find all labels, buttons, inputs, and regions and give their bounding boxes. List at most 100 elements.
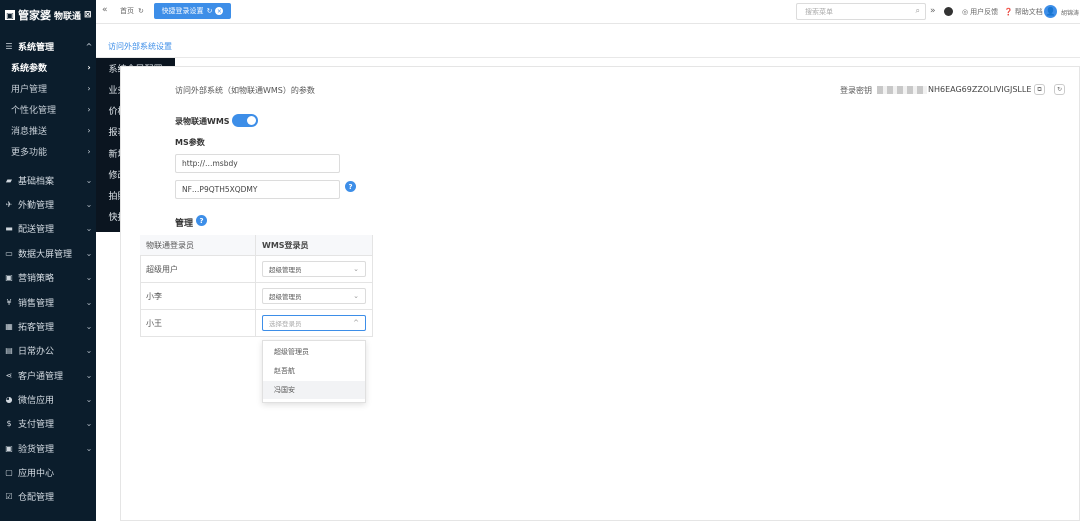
chevron-right-icon: › — [87, 147, 91, 156]
chevron-down-icon: ⌄ — [85, 223, 93, 233]
dropdown-option[interactable]: 超级管理员 — [263, 343, 365, 361]
sidebar-sub-label: 个性化管理 — [11, 106, 57, 116]
help-icon[interactable]: ? — [196, 215, 207, 226]
collapse-sidebar-button[interactable]: « — [102, 5, 108, 15]
sidebar-item-payment[interactable]: $ 支付管理 ⌄ — [0, 413, 96, 433]
chevron-down-icon: ⌄ — [85, 443, 93, 453]
down-circle-icon[interactable] — [944, 7, 953, 16]
sidebar-item-label: 客户通管理 — [18, 371, 64, 382]
plane-icon: ✈ — [5, 199, 13, 209]
close-icon[interactable]: × — [215, 7, 224, 15]
sidebar-sub-personalization[interactable]: 个性化管理 › — [0, 99, 96, 120]
avatar[interactable]: 👤 — [1044, 5, 1057, 18]
breadcrumb[interactable]: 访问外部系统设置 — [108, 41, 172, 52]
sidebar-item-app-center[interactable]: ▢ 应用中心 — [0, 462, 96, 482]
sidebar-group-system[interactable]: ☰ 系统管理 ^ — [0, 36, 96, 56]
sidebar-item-customer-link[interactable]: ⋖ 客户通管理 ⌄ — [0, 365, 96, 385]
breadcrumb-divider — [96, 57, 1080, 58]
sidebar-item-data-screen[interactable]: ▭ 数据大屏管理 ⌄ — [0, 243, 96, 263]
refresh-key-icon[interactable]: ↻ — [1054, 84, 1065, 95]
sidebar-item-label: 营销策略 — [18, 273, 55, 284]
sidebar: ▣ 管家婆 物联通 ⊠ ☰ 系统管理 ^ 系统参数 › 用户管理 › 个性化管理… — [0, 0, 96, 521]
grid-icon: ▦ — [5, 321, 13, 331]
chevron-right-icon: › — [87, 126, 91, 135]
sidebar-sub-message-push[interactable]: 消息推送 › — [0, 120, 96, 141]
chevron-up-icon: ^ — [85, 41, 93, 51]
app-logo[interactable]: ▣ 管家婆 物联通 ⊠ — [0, 0, 96, 30]
logo-text: 管家婆 — [18, 9, 51, 22]
sidebar-fade — [0, 508, 96, 521]
tab-quick-login[interactable]: 快捷登录设置 ↻ × — [154, 3, 231, 19]
wms-user-select[interactable]: 超级管理员 ⌄ — [262, 288, 366, 304]
refresh-icon[interactable]: ↻ — [207, 7, 213, 15]
menu-search-input[interactable]: 搜索菜单 ⌕ — [796, 3, 926, 20]
copy-icon[interactable]: ⧉ — [1034, 84, 1045, 95]
sidebar-item-delivery[interactable]: ▬ 配送管理 ⌄ — [0, 218, 96, 238]
sidebar-group-label: 系统管理 — [18, 42, 55, 53]
tab-quick-login-label: 快捷登录设置 — [161, 7, 204, 15]
sidebar-item-label: 仓配管理 — [18, 492, 55, 503]
dropdown-option[interactable]: 赵吾航 — [263, 362, 365, 380]
share-icon: ⋖ — [5, 370, 13, 380]
user-name[interactable]: 胡锦涛 — [1061, 8, 1079, 17]
select-value: 超级管理员 — [269, 266, 302, 274]
sidebar-item-daily-office[interactable]: ▤ 日常办公 ⌄ — [0, 340, 96, 360]
chevron-right-icon: › — [87, 63, 91, 72]
chevron-down-icon: ⌄ — [85, 345, 93, 355]
chevron-down-icon: ⌄ — [85, 394, 93, 404]
sidebar-item-label: 支付管理 — [18, 419, 55, 430]
sidebar-item-customer-expansion[interactable]: ▦ 拓客管理 ⌄ — [0, 316, 96, 336]
chevron-right-icon: › — [87, 105, 91, 114]
sidebar-item-sales[interactable]: ¥ 销售管理 ⌄ — [0, 292, 96, 312]
wms-url-input[interactable]: http://…msbdy — [175, 154, 340, 173]
sidebar-item-label: 基础档案 — [18, 176, 55, 187]
help-circle-icon: ❓ — [1004, 8, 1013, 16]
help-docs-link[interactable]: ❓ 帮助文档 — [1004, 7, 1043, 17]
wms-key-input[interactable]: NF…P9QTH5XQDMY — [175, 180, 340, 199]
sidebar-sub-label: 系统参数 — [11, 64, 48, 74]
chevron-down-icon: ⌄ — [353, 265, 359, 273]
sidebar-sub-system-params[interactable]: 系统参数 › — [0, 57, 96, 78]
chevron-down-icon: ⌄ — [85, 199, 93, 209]
sidebar-item-basic-archive[interactable]: ▰ 基础档案 ⌄ — [0, 170, 96, 190]
sidebar-item-wechat[interactable]: ◕ 微信应用 ⌄ — [0, 389, 96, 409]
more-tabs-button[interactable]: » — [930, 6, 936, 16]
help-icon[interactable]: ? — [345, 181, 356, 192]
chevron-down-icon: ⌄ — [85, 370, 93, 380]
top-bar: « 首页 ↻ 快捷登录设置 ↻ × 搜索菜单 ⌕ » ◎ 用户反馈 ❓ 帮助文档… — [96, 0, 1080, 24]
wms-user-select[interactable]: 超级管理员 ⌄ — [262, 261, 366, 277]
sidebar-item-inspection[interactable]: ▣ 验货管理 ⌄ — [0, 438, 96, 458]
table-header-wms: WMS登录员 — [256, 235, 373, 256]
checklist-icon: ☑ — [5, 491, 13, 501]
sidebar-sub-user-mgmt[interactable]: 用户管理 › — [0, 78, 96, 99]
sidebar-item-marketing[interactable]: ▣ 营销策略 ⌄ — [0, 267, 96, 287]
select-value: 超级管理员 — [269, 293, 302, 301]
chevron-up-icon: ^ — [353, 319, 359, 327]
feedback-icon: ◎ — [962, 8, 969, 16]
folder-icon: ▰ — [5, 175, 13, 185]
tab-home[interactable]: 首页 ↻ — [120, 6, 144, 16]
sidebar-item-label: 配送管理 — [18, 224, 55, 235]
wms-login-toggle[interactable] — [232, 114, 258, 127]
table-row-user: 超级用户 — [140, 256, 256, 283]
table-row-user: 小李 — [140, 283, 256, 310]
chevron-down-icon: ⌄ — [85, 297, 93, 307]
table-row-user: 小王 — [140, 310, 256, 337]
sidebar-item-warehouse[interactable]: ☑ 仓配管理 — [0, 486, 96, 506]
user-mapping-heading: 管理 — [175, 219, 194, 229]
sidebar-item-field-work[interactable]: ✈ 外勤管理 ⌄ — [0, 194, 96, 214]
tab-home-label: 首页 — [120, 7, 134, 15]
wms-key-value: NF…P9QTH5XQDMY — [182, 185, 258, 194]
chevron-right-icon: › — [87, 84, 91, 93]
feedback-link[interactable]: ◎ 用户反馈 — [962, 7, 998, 17]
chevron-down-icon: ⌄ — [353, 292, 359, 300]
yen-icon: ¥ — [6, 297, 12, 307]
chevron-down-icon: ⌄ — [85, 248, 93, 258]
wms-user-select-open[interactable]: 选择登录员 ^ — [262, 315, 366, 331]
sliders-icon: ☰ — [5, 41, 13, 51]
dropdown-option-hovered[interactable]: 冯国安 — [263, 381, 365, 399]
chevron-down-icon: ⌄ — [85, 321, 93, 331]
briefcase-icon: ▤ — [5, 345, 13, 355]
sidebar-sub-label: 更多功能 — [11, 148, 48, 158]
sidebar-sub-more[interactable]: 更多功能 › — [0, 141, 96, 162]
